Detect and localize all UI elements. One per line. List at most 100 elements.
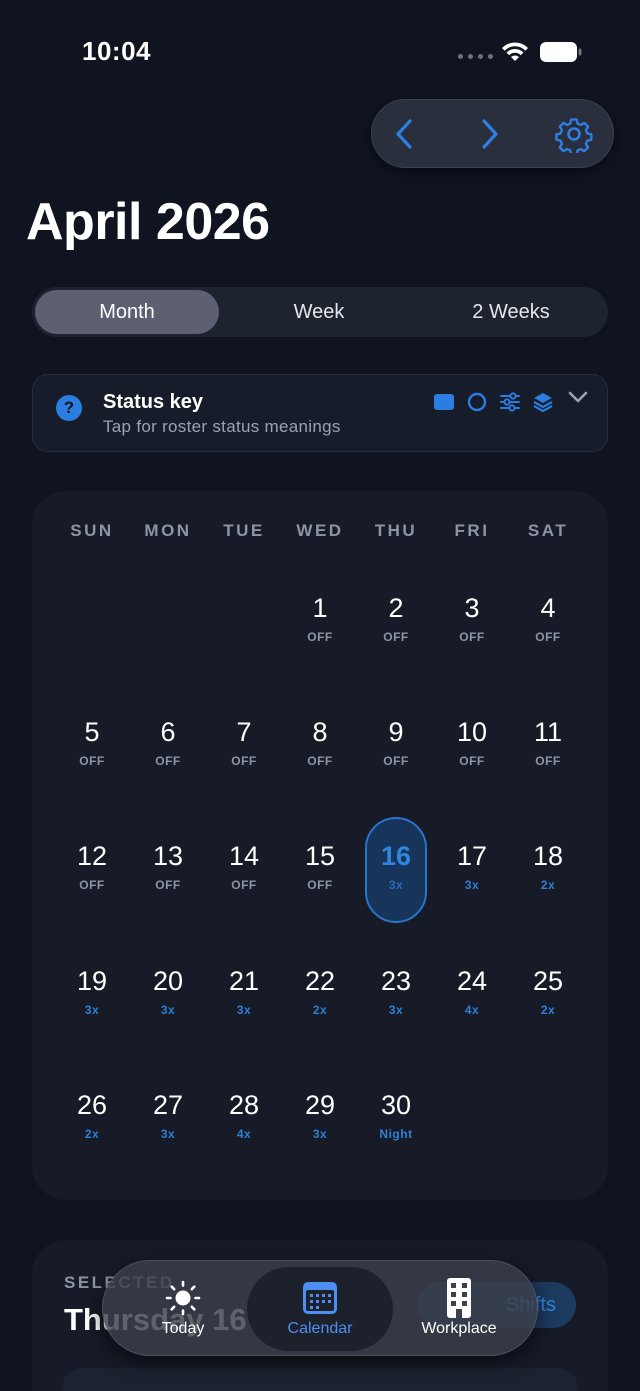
calendar-day[interactable]: 30 Night — [358, 1088, 434, 1141]
day-number: 22 — [304, 966, 336, 996]
question-circle-icon: ? — [56, 395, 82, 421]
day-number: 14 — [228, 841, 260, 871]
day-status: OFF — [383, 630, 409, 644]
day-status: 3x — [388, 878, 404, 892]
day-status: OFF — [79, 754, 105, 768]
day-status: 2x — [540, 1003, 556, 1017]
calendar-day[interactable]: 2 OFF — [358, 591, 434, 644]
weekday-fri: FRI — [454, 521, 490, 540]
day-status: 3x — [236, 1003, 252, 1017]
calendar-day[interactable]: 11 OFF — [510, 715, 586, 768]
calendar-day[interactable]: 15 OFF — [282, 839, 358, 892]
calendar-day[interactable]: 24 4x — [434, 964, 510, 1017]
day-number: 15 — [304, 841, 336, 871]
day-number: 23 — [380, 966, 412, 996]
tab-week[interactable]: Week — [227, 290, 411, 334]
shift-detail-card[interactable] — [62, 1368, 578, 1391]
calendar-day[interactable]: 4 OFF — [510, 591, 586, 644]
calendar-day[interactable]: 14 OFF — [206, 839, 282, 892]
calendar-day[interactable]: 25 2x — [510, 964, 586, 1017]
day-number: 19 — [76, 966, 108, 996]
calendar-day[interactable]: 21 3x — [206, 964, 282, 1017]
calendar-day[interactable]: 10 OFF — [434, 715, 510, 768]
tab-bar: Today Calendar Workplace — [102, 1260, 538, 1356]
tab-calendar[interactable]: Calendar — [247, 1267, 393, 1351]
day-number: 30 — [380, 1090, 412, 1120]
wifi-icon — [502, 42, 528, 61]
calendar-grid: SUN MON TUE WED THU FRI SAT 1 OFF 2 OFF 3 OFF… — [32, 491, 608, 1200]
calendar-day[interactable]: 16 3x — [358, 839, 434, 892]
tab-workplace-label: Workplace — [421, 1320, 497, 1337]
day-status: 2x — [312, 1003, 328, 1017]
tab-today-label: Today — [161, 1320, 205, 1337]
status-key-subtitle: Tap for roster status meanings — [103, 417, 341, 436]
calendar-day[interactable]: 3 OFF — [434, 591, 510, 644]
day-status: 2x — [540, 878, 556, 892]
day-status: OFF — [231, 878, 257, 892]
calendar-day[interactable]: 5 OFF — [54, 715, 130, 768]
month-nav-controls — [371, 99, 614, 168]
calendar-day[interactable]: 29 3x — [282, 1088, 358, 1141]
calendar-day[interactable]: 13 OFF — [130, 839, 206, 892]
day-number: 4 — [540, 593, 556, 623]
view-switch: Month Week 2 Weeks — [32, 287, 608, 337]
calendar-day[interactable]: 18 2x — [510, 839, 586, 892]
tab-today[interactable]: Today — [127, 1267, 239, 1351]
calendar-icon — [300, 1280, 340, 1316]
day-number: 2 — [388, 593, 404, 623]
calendar-day[interactable]: 1 OFF — [282, 591, 358, 644]
calendar-day[interactable]: 28 4x — [206, 1088, 282, 1141]
day-status: OFF — [155, 878, 181, 892]
weekday-wed: WED — [296, 521, 344, 540]
calendar-day[interactable]: 22 2x — [282, 964, 358, 1017]
day-number: 26 — [76, 1090, 108, 1120]
day-status: OFF — [459, 754, 485, 768]
day-status: OFF — [307, 754, 333, 768]
calendar-day[interactable]: 19 3x — [54, 964, 130, 1017]
gear-icon — [555, 118, 593, 153]
day-number: 9 — [388, 717, 404, 747]
calendar-day[interactable]: 9 OFF — [358, 715, 434, 768]
day-status: OFF — [383, 754, 409, 768]
day-status: 3x — [160, 1003, 176, 1017]
month-title: April 2026 — [26, 193, 270, 251]
weekday-sat: SAT — [527, 521, 569, 540]
calendar-day[interactable]: 8 OFF — [282, 715, 358, 768]
calendar-day[interactable]: 23 3x — [358, 964, 434, 1017]
tab-workplace[interactable]: Workplace — [399, 1267, 519, 1351]
calendar-day[interactable]: 6 OFF — [130, 715, 206, 768]
weekday-mon: MON — [144, 521, 192, 540]
day-number: 5 — [84, 717, 100, 747]
ring-icon — [466, 391, 488, 413]
day-status: OFF — [459, 630, 485, 644]
day-status: OFF — [535, 630, 561, 644]
tab-2-weeks[interactable]: 2 Weeks — [419, 290, 603, 334]
day-number: 7 — [236, 717, 252, 747]
calendar-day[interactable]: 7 OFF — [206, 715, 282, 768]
day-status: 4x — [464, 1003, 480, 1017]
calendar-day[interactable]: 26 2x — [54, 1088, 130, 1141]
day-status: OFF — [535, 754, 561, 768]
day-number: 27 — [152, 1090, 184, 1120]
calendar-day[interactable]: 20 3x — [130, 964, 206, 1017]
day-number: 13 — [152, 841, 184, 871]
previous-month-button[interactable] — [384, 114, 424, 154]
building-icon — [439, 1278, 479, 1318]
settings-button[interactable] — [554, 114, 594, 154]
day-number: 24 — [456, 966, 488, 996]
day-status: OFF — [79, 878, 105, 892]
day-status: 3x — [160, 1127, 176, 1141]
status-key-card[interactable]: ? Status key Tap for roster status meani… — [32, 374, 608, 452]
day-number: 17 — [456, 841, 488, 871]
calendar-day[interactable]: 17 3x — [434, 839, 510, 892]
day-status: OFF — [231, 754, 257, 768]
calendar-day[interactable]: 12 OFF — [54, 839, 130, 892]
tab-month[interactable]: Month — [35, 290, 219, 334]
battery-icon — [540, 42, 582, 62]
weekday-thu: THU — [374, 521, 418, 540]
chevron-down-icon[interactable] — [567, 389, 589, 405]
calendar-day[interactable]: 27 3x — [130, 1088, 206, 1141]
day-status: 3x — [312, 1127, 328, 1141]
next-month-button[interactable] — [470, 114, 510, 154]
day-status: OFF — [155, 754, 181, 768]
